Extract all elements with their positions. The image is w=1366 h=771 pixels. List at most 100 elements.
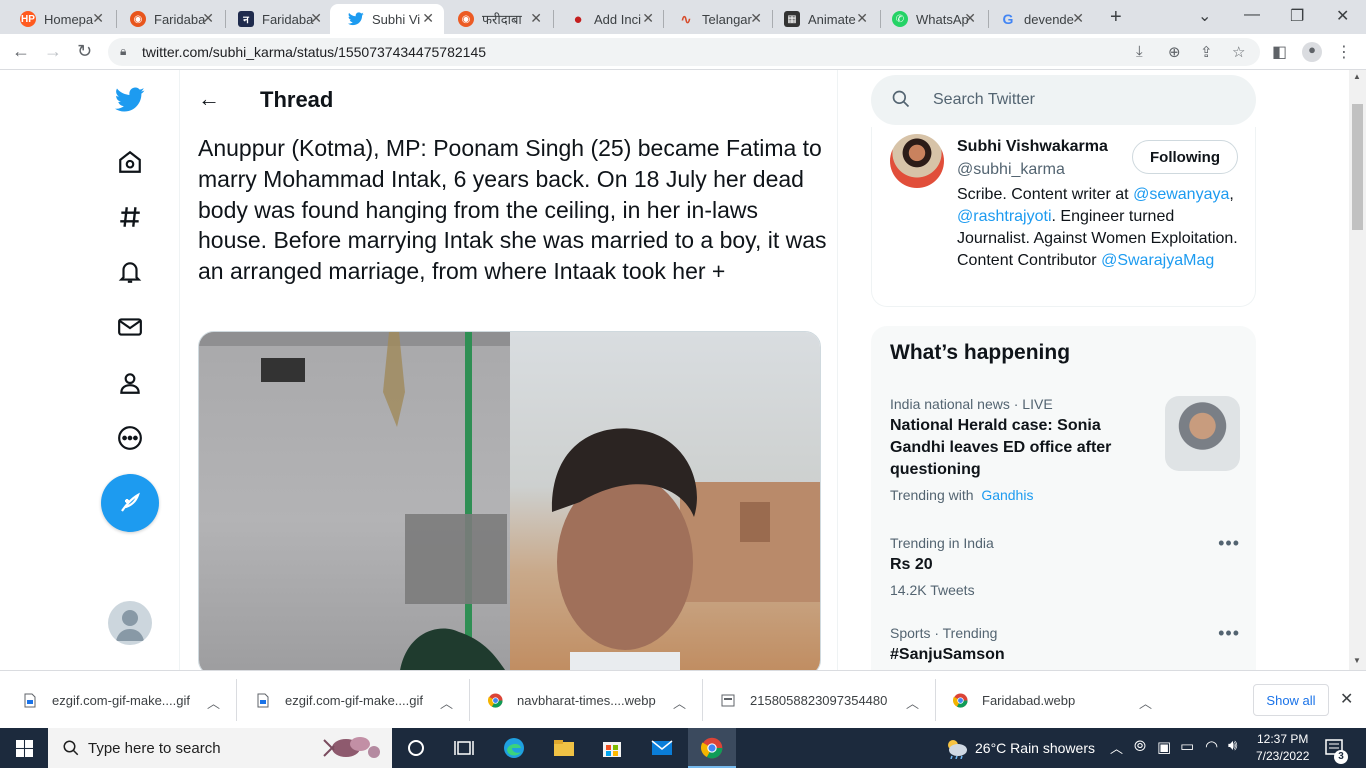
compose-tweet-button[interactable] <box>101 474 159 532</box>
search-box[interactable]: Search Twitter <box>871 75 1256 125</box>
close-tab-icon[interactable]: ✕ <box>750 10 762 27</box>
download-item[interactable]: navbharat-times....webp <box>487 671 656 729</box>
trend-name[interactable]: Rs 20 <box>890 554 1240 576</box>
bio-mention-link[interactable]: @rashtrajyoti <box>957 208 1052 225</box>
show-all-downloads-button[interactable]: Show all <box>1253 684 1329 716</box>
file-explorer-icon[interactable] <box>552 736 576 760</box>
more-options-icon[interactable]: ••• <box>1218 623 1240 644</box>
url-text[interactable]: twitter.com/subhi_karma/status/155073743… <box>142 44 486 60</box>
explore-hashtag-icon[interactable] <box>114 201 146 233</box>
battery-icon[interactable]: ▭ <box>1180 737 1194 755</box>
account-avatar[interactable] <box>108 601 152 645</box>
tweet-media[interactable] <box>198 331 821 670</box>
close-tab-icon[interactable]: ✕ <box>856 10 868 27</box>
taskbar-search-input[interactable]: Type here to search <box>88 740 221 757</box>
browser-tab[interactable]: ∿ Telangar ✕ <box>660 4 772 34</box>
weather-cloud-icon[interactable] <box>944 737 968 764</box>
chevron-up-icon[interactable]: ︿ <box>1110 738 1123 757</box>
trend-name[interactable]: #SanjuSamson <box>890 644 1240 666</box>
close-tab-icon[interactable]: ✕ <box>964 10 976 27</box>
following-button[interactable]: Following <box>1132 140 1238 174</box>
messages-envelope-icon[interactable] <box>114 311 146 343</box>
close-tab-icon[interactable]: ✕ <box>310 10 322 27</box>
side-panel-icon[interactable]: ◧ <box>1272 42 1287 62</box>
page-scrollbar[interactable]: ▲ ▼ <box>1349 70 1366 670</box>
install-app-icon[interactable]: ⤓ <box>1136 43 1143 60</box>
tab-search-chevron-icon[interactable]: ⌄ <box>1198 6 1211 26</box>
forward-button[interactable]: → <box>44 41 62 62</box>
notifications-bell-icon[interactable] <box>114 256 146 288</box>
scrollbar-thumb[interactable] <box>1352 104 1363 230</box>
close-tab-icon[interactable]: ✕ <box>202 10 214 27</box>
bio-mention-link[interactable]: @SwarajyaMag <box>1101 252 1214 269</box>
download-item[interactable]: 2158058823097354480 <box>720 671 887 729</box>
browser-tab-active[interactable]: Subhi Vi ✕ <box>330 4 444 34</box>
chrome-icon[interactable] <box>700 736 724 760</box>
volume-icon[interactable]: 🔊︎ <box>1228 737 1237 754</box>
trend-item[interactable]: Sports · Trending #SanjuSamson ••• <box>890 623 1240 666</box>
minimize-button[interactable]: — <box>1244 6 1260 24</box>
author-handle[interactable]: @subhi_karma <box>957 161 1065 179</box>
author-name[interactable]: Subhi Vishwakarma <box>957 138 1108 156</box>
chevron-up-icon[interactable]: ︿ <box>1139 693 1152 712</box>
author-avatar[interactable] <box>890 134 944 188</box>
browser-tab[interactable]: ✆ WhatsAp ✕ <box>874 4 986 34</box>
microsoft-store-icon[interactable] <box>600 736 624 760</box>
profile-person-icon[interactable] <box>114 367 146 399</box>
share-icon[interactable]: ⇪ <box>1200 43 1213 61</box>
chrome-menu-icon[interactable]: ⋮ <box>1336 42 1352 62</box>
lock-icon[interactable]: 🔒︎ <box>120 44 126 59</box>
reload-button[interactable]: ↻ <box>77 41 92 62</box>
trend-thumbnail[interactable] <box>1165 396 1240 471</box>
trend-name[interactable]: National Herald case: Sonia Gandhi leave… <box>890 415 1140 481</box>
close-window-button[interactable]: ✕ <box>1336 6 1349 26</box>
bio-mention-link[interactable]: @sewanyaya <box>1133 186 1229 203</box>
mic-icon[interactable]: ⦾ <box>1134 738 1146 755</box>
close-tab-icon[interactable]: ✕ <box>642 10 654 27</box>
close-tab-icon[interactable]: ✕ <box>530 10 542 27</box>
mail-icon[interactable] <box>650 736 674 760</box>
trending-with-link[interactable]: Gandhis <box>981 487 1033 503</box>
close-tab-icon[interactable]: ✕ <box>92 10 104 27</box>
browser-tab[interactable]: ▦ Animate ✕ <box>766 4 878 34</box>
wifi-icon[interactable]: ◠ <box>1205 737 1218 755</box>
browser-tab[interactable]: न Faridaba ✕ <box>220 4 332 34</box>
more-circle-icon[interactable] <box>114 422 146 454</box>
tweet-photo-left[interactable] <box>199 332 510 670</box>
system-clock[interactable]: 12:37 PM 7/23/2022 <box>1256 731 1309 765</box>
chevron-up-icon[interactable]: ︿ <box>207 693 220 712</box>
profile-avatar-icon[interactable]: ● <box>1302 42 1322 62</box>
more-options-icon[interactable]: ••• <box>1218 533 1240 554</box>
browser-tab[interactable]: ● Add Inci ✕ <box>552 4 664 34</box>
browser-tab[interactable]: G devende ✕ <box>982 4 1094 34</box>
browser-tab[interactable]: ◉ फरीदाबा ✕ <box>440 4 552 34</box>
camera-icon[interactable]: ▣ <box>1157 738 1171 756</box>
zoom-icon[interactable]: ⊕ <box>1168 43 1181 61</box>
back-arrow-icon[interactable]: ← <box>198 86 220 112</box>
cortana-icon[interactable] <box>404 736 428 760</box>
close-tab-icon[interactable]: ✕ <box>422 10 434 27</box>
close-downloads-icon[interactable]: ✕ <box>1340 689 1353 709</box>
trend-item[interactable]: India national news · LIVE National Hera… <box>890 396 1240 503</box>
browser-tab[interactable]: HP Homepa ✕ <box>2 4 114 34</box>
close-tab-icon[interactable]: ✕ <box>1072 10 1084 27</box>
omnibox[interactable]: 🔒︎ twitter.com/subhi_karma/status/155073… <box>108 38 1260 66</box>
browser-tab[interactable]: ◉ Faridaba ✕ <box>112 4 224 34</box>
edge-icon[interactable] <box>502 736 526 760</box>
chevron-up-icon[interactable]: ︿ <box>440 693 453 712</box>
download-item[interactable]: ezgif.com-gif-make....gif <box>255 671 423 729</box>
twitter-logo-icon[interactable] <box>114 84 146 116</box>
chevron-up-icon[interactable]: ︿ <box>673 693 686 712</box>
bookmark-star-icon[interactable]: ☆ <box>1232 43 1245 61</box>
back-button[interactable]: ← <box>12 41 30 62</box>
search-input[interactable]: Search Twitter <box>933 91 1035 109</box>
chevron-up-icon[interactable]: ︿ <box>906 693 919 712</box>
weather-text[interactable]: 26°C Rain showers <box>975 740 1095 756</box>
download-item[interactable]: Faridabad.webp <box>952 671 1075 729</box>
new-tab-button[interactable]: + <box>1110 6 1122 29</box>
restore-button[interactable]: ❐ <box>1290 6 1304 26</box>
tweet-photo-right[interactable] <box>510 332 820 670</box>
windows-start-icon[interactable] <box>16 740 33 762</box>
home-icon[interactable] <box>114 146 146 178</box>
taskbar-search-box[interactable]: Type here to search <box>48 728 392 768</box>
